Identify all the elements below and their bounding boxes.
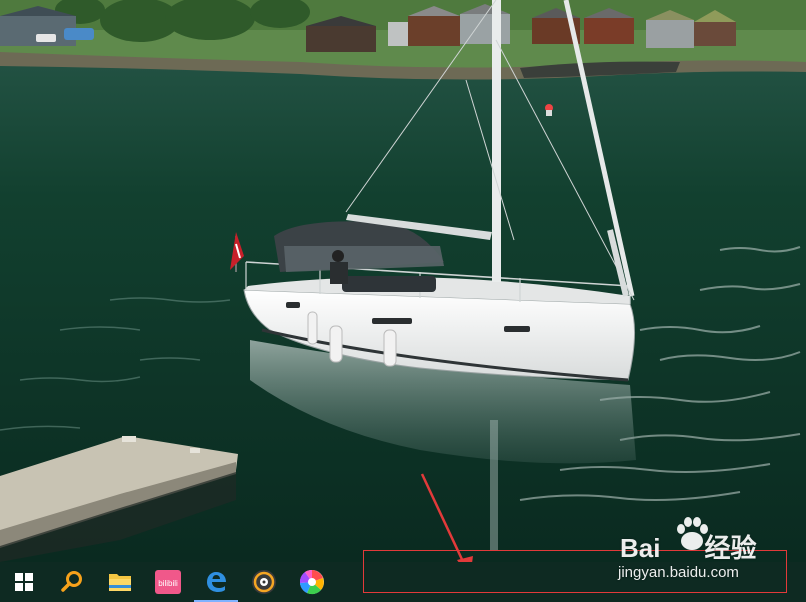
edge-browser-icon (207, 572, 226, 592)
colorful-app-icon (299, 569, 324, 595)
watermark-url: jingyan.baidu.com (618, 564, 739, 581)
file-explorer-button[interactable] (96, 562, 144, 602)
colorful-app-button[interactable] (288, 562, 336, 602)
edge-browser-button[interactable] (192, 562, 240, 602)
music-player-button[interactable] (240, 562, 288, 602)
windows-start-icon (15, 573, 33, 591)
sailboat-photo (0, 0, 806, 562)
baidu-jingyan-watermark: Bai 经验 jingyan.baidu.com (612, 514, 792, 584)
watermark-brand-right: 经验 (704, 533, 757, 563)
file-explorer-icon (109, 574, 131, 591)
bilibili-label: bilibili (158, 579, 178, 588)
search-button[interactable] (48, 562, 96, 602)
bilibili-button[interactable]: bilibili (144, 562, 192, 602)
search-icon (61, 571, 82, 592)
desktop-wallpaper (0, 0, 806, 562)
start-button[interactable] (0, 562, 48, 602)
music-player-icon (252, 570, 276, 594)
watermark-brand-left: Bai (620, 533, 661, 563)
bilibili-icon: bilibili (155, 570, 181, 594)
watermark-brand: Bai 经验 (620, 528, 756, 565)
